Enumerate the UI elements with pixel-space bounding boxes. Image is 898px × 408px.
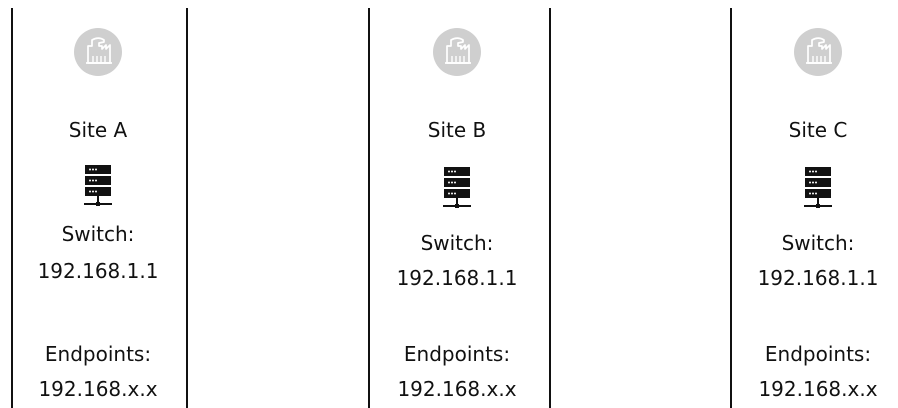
switch-label: Switch:	[781, 231, 855, 255]
switch-ip: 192.168.1.1	[396, 266, 518, 290]
endpoints-label: Endpoints:	[403, 342, 511, 366]
site-name: Site A	[68, 118, 128, 142]
factory-icon	[794, 28, 842, 76]
divider-line-right-b	[549, 8, 551, 408]
factory-icon	[433, 28, 481, 76]
site-c-column: Site C Switch: 192.168.1.1 Endpoints: 19…	[728, 0, 898, 408]
network-switch-icon	[78, 162, 118, 212]
switch-label: Switch:	[61, 222, 135, 246]
endpoints-ip: 192.168.x.x	[38, 377, 158, 401]
site-name: Site B	[427, 118, 487, 142]
endpoints-ip: 192.168.x.x	[758, 377, 878, 401]
endpoints-ip: 192.168.x.x	[397, 377, 517, 401]
endpoints-label: Endpoints:	[764, 342, 872, 366]
switch-label: Switch:	[420, 231, 494, 255]
network-switch-icon	[437, 164, 477, 214]
network-switch-icon	[798, 164, 838, 214]
site-a-column: Site A Switch: 192.168.1.1 Endpoints: 19…	[8, 0, 188, 408]
site-name: Site C	[788, 118, 848, 142]
switch-ip: 192.168.1.1	[757, 266, 879, 290]
switch-ip: 192.168.1.1	[37, 259, 159, 283]
endpoints-label: Endpoints:	[44, 342, 152, 366]
factory-icon	[74, 28, 122, 76]
site-b-column: Site B Switch: 192.168.1.1 Endpoints: 19…	[367, 0, 547, 408]
